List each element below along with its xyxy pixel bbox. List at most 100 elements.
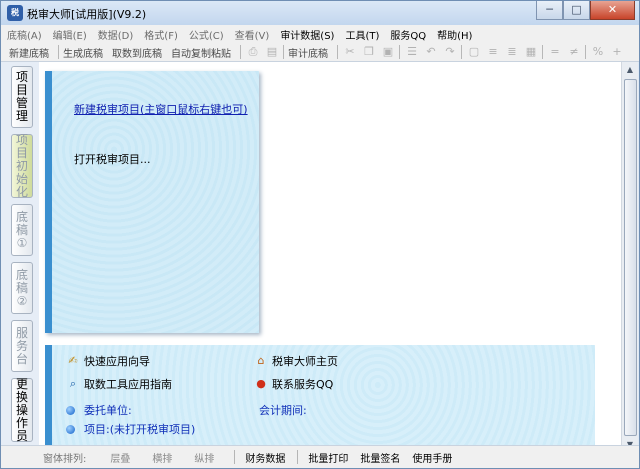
bullet-icon [66, 424, 75, 434]
equals-icon[interactable]: = [547, 44, 563, 60]
home-icon: ⌂ [257, 354, 265, 367]
project-info: 项目: (未打开税审项目) [66, 421, 195, 437]
window-controls: ─ □ ✕ [536, 1, 635, 20]
client-info: 委托单位: [66, 402, 132, 418]
not-equal-icon[interactable]: ≠ [566, 44, 582, 60]
menu-tools[interactable]: 工具(T) [345, 27, 379, 42]
bullet-icon [66, 405, 75, 415]
batch-sign-button[interactable]: 批量签名 [360, 450, 400, 465]
tab-label: 服务台 [15, 325, 28, 366]
fetch-tool-guide-label: 取数工具应用指南 [84, 378, 172, 391]
homepage-label: 税审大师主页 [272, 355, 338, 368]
scroll-thumb[interactable] [624, 79, 637, 436]
toolbar-divider [585, 45, 586, 59]
contact-qq-link[interactable]: ● 联系服务QQ [254, 376, 333, 392]
hand-icon: ✍ [68, 354, 78, 367]
bottom-divider [297, 450, 299, 464]
cut-icon[interactable]: ✂ [342, 44, 358, 60]
toolbar-divider [58, 45, 59, 59]
app-window: 税 税审大师[试用版](V9.2) ─ □ ✕ 底稿(A) 编辑(E) 数据(D… [0, 0, 640, 469]
tab-label: 项目管理 [15, 70, 28, 123]
percent-icon[interactable]: % [590, 44, 606, 60]
fetch-tool-guide-link[interactable]: ⌕ 取数工具应用指南 [66, 376, 172, 392]
menu-service-qq[interactable]: 服务QQ [390, 27, 426, 42]
tile-vertical-button[interactable]: 纵排 [194, 450, 214, 465]
period-info: 会计期间: [259, 402, 307, 418]
print-icon[interactable]: ⎙ [245, 44, 261, 60]
print-preview-icon[interactable]: ▤ [264, 44, 280, 60]
copy-icon[interactable]: ❐ [361, 44, 377, 60]
menu-format[interactable]: 格式(F) [144, 27, 178, 42]
bottom-bar: 窗体排列: 层叠 横排 纵排 财务数据 批量打印 批量签名 使用手册 [1, 445, 639, 468]
magnifier-icon: ⌕ [69, 377, 77, 390]
plus-icon[interactable]: + [609, 44, 625, 60]
qq-penguin-icon: ● [256, 377, 266, 390]
tab-label: 项目初始化 [15, 132, 28, 199]
undo-icon[interactable]: ↶ [423, 44, 439, 60]
close-button[interactable]: ✕ [590, 1, 635, 20]
menu-view[interactable]: 查看(V) [235, 27, 270, 42]
vertical-scrollbar[interactable]: ▲ ▼ [621, 62, 638, 449]
open-project-link[interactable]: 打开税审项目... [74, 151, 151, 167]
audit-draft-button[interactable]: 审计底稿 [288, 45, 328, 60]
tab-draft-2[interactable]: 底稿② [11, 262, 33, 314]
menu-audit-data[interactable]: 审计数据(S) [280, 27, 334, 42]
scroll-up-icon[interactable]: ▲ [622, 62, 638, 78]
period-label: 会计期间: [259, 404, 307, 417]
maximize-button[interactable]: □ [563, 1, 590, 20]
window-arrange-label: 窗体排列: [43, 453, 87, 465]
tab-project-management[interactable]: 项目管理 [11, 66, 33, 128]
minimize-button[interactable]: ─ [536, 1, 563, 20]
redo-icon[interactable]: ↷ [442, 44, 458, 60]
auto-copy-paste-button[interactable]: 自动复制粘贴 [171, 45, 231, 60]
toolbar-divider [337, 45, 338, 59]
cascade-button[interactable]: 层叠 [110, 450, 130, 465]
generate-draft-button[interactable]: 生成底稿 [63, 45, 103, 60]
paste-icon[interactable]: ▣ [380, 44, 396, 60]
financial-data-button[interactable]: 财务数据 [245, 450, 285, 465]
user-manual-button[interactable]: 使用手册 [412, 450, 452, 465]
toolbar-divider [461, 45, 462, 59]
tab-draft-1[interactable]: 底稿① [11, 204, 33, 256]
tab-project-init[interactable]: 项目初始化 [11, 132, 33, 199]
tab-service-desk[interactable]: 服务台 [11, 320, 33, 372]
info-panel: ✍ 快速应用向导 ⌂ 税审大师主页 ⌕ 取数工具应用指南 ● 联系服务QQ 委托… [45, 345, 595, 445]
list-icon[interactable]: ☰ [404, 44, 420, 60]
menu-edit[interactable]: 编辑(E) [53, 27, 87, 42]
client-label: 委托单位: [84, 404, 132, 417]
project-value: (未打开税审项目) [109, 423, 196, 436]
homepage-link[interactable]: ⌂ 税审大师主页 [254, 353, 339, 369]
toolbar-divider [399, 45, 400, 59]
sidebar: 项目管理 项目初始化 底稿① 底稿② 服务台 更换操作员 [1, 62, 39, 445]
batch-print-button[interactable]: 批量打印 [308, 450, 348, 465]
fetch-to-draft-button[interactable]: 取数到底稿 [112, 45, 162, 60]
tab-change-operator[interactable]: 更换操作员 [11, 376, 33, 443]
tile-horizontal-button[interactable]: 横排 [152, 450, 172, 465]
tab-label: 底稿① [15, 209, 28, 250]
toolbar-divider [283, 45, 284, 59]
tab-label: 更换操作员 [15, 376, 28, 443]
toolbar-divider [240, 45, 241, 59]
cell-border-icon[interactable]: ▢ [466, 44, 482, 60]
toolbar-divider [542, 45, 543, 59]
main-area: 新建税审项目(主窗口鼠标右键也可) 打开税审项目... ✍ 快速应用向导 ⌂ 税… [39, 62, 621, 445]
align-right-icon[interactable]: ≣ [504, 44, 520, 60]
toolbar: 新建底稿 生成底稿 取数到底稿 自动复制粘贴 ⎙ ▤ 审计底稿 ✂ ❐ ▣ ☰ … [1, 43, 639, 62]
align-icon[interactable]: ≡ [485, 44, 501, 60]
new-draft-button[interactable]: 新建底稿 [9, 45, 49, 60]
project-panel: 新建税审项目(主窗口鼠标右键也可) 打开税审项目... [45, 71, 259, 333]
menu-help[interactable]: 帮助(H) [437, 27, 472, 42]
project-label: 项目: [84, 423, 110, 436]
quick-guide-link[interactable]: ✍ 快速应用向导 [66, 353, 150, 369]
sheet-icon[interactable]: ▦ [523, 44, 539, 60]
contact-qq-label: 联系服务QQ [272, 378, 334, 391]
tab-label: 底稿② [15, 267, 28, 308]
menu-bar: 底稿(A) 编辑(E) 数据(D) 格式(F) 公式(C) 查看(V) 审计数据… [1, 25, 639, 43]
menu-formula[interactable]: 公式(C) [189, 27, 224, 42]
new-project-link[interactable]: 新建税审项目(主窗口鼠标右键也可) [74, 101, 248, 117]
menu-data[interactable]: 数据(D) [98, 27, 134, 42]
bottom-divider [234, 450, 236, 464]
app-icon[interactable]: 税 [7, 5, 23, 21]
menu-draft[interactable]: 底稿(A) [7, 27, 42, 42]
window-title: 税审大师[试用版](V9.2) [27, 8, 147, 21]
